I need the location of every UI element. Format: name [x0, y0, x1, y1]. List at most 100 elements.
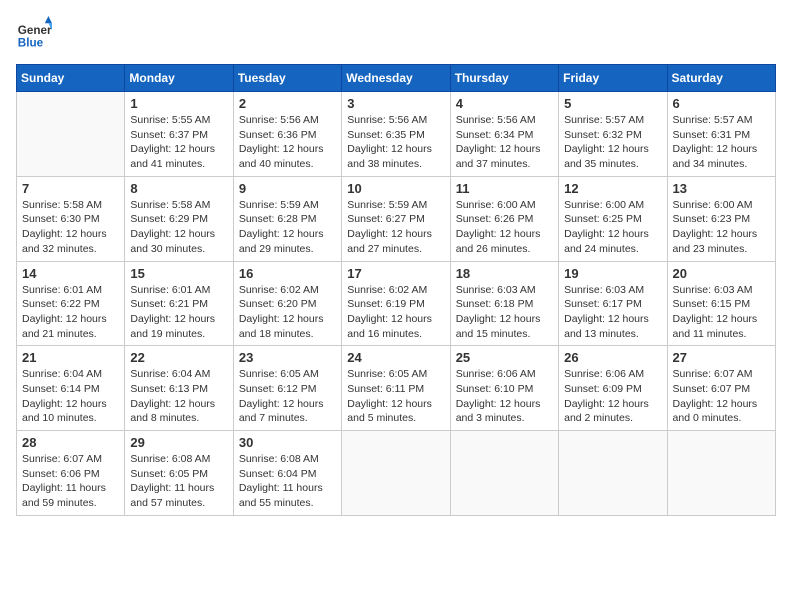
calendar-cell: 14 Sunrise: 6:01 AM Sunset: 6:22 PM Dayli…: [17, 261, 125, 346]
day-info: Sunrise: 6:06 AM Sunset: 6:09 PM Dayligh…: [564, 367, 661, 426]
calendar-cell: 11 Sunrise: 6:00 AM Sunset: 6:26 PM Dayli…: [450, 176, 558, 261]
day-number: 7: [22, 181, 119, 196]
calendar-cell: 3 Sunrise: 5:56 AM Sunset: 6:35 PM Daylig…: [342, 92, 450, 177]
day-number: 2: [239, 96, 336, 111]
logo-icon: General Blue: [16, 16, 52, 52]
day-info: Sunrise: 5:57 AM Sunset: 6:32 PM Dayligh…: [564, 113, 661, 172]
calendar-cell: 21 Sunrise: 6:04 AM Sunset: 6:14 PM Dayli…: [17, 346, 125, 431]
calendar-cell: 29 Sunrise: 6:08 AM Sunset: 6:05 PM Dayli…: [125, 431, 233, 516]
day-number: 13: [673, 181, 770, 196]
calendar-cell: 28 Sunrise: 6:07 AM Sunset: 6:06 PM Dayli…: [17, 431, 125, 516]
calendar-cell: 25 Sunrise: 6:06 AM Sunset: 6:10 PM Dayli…: [450, 346, 558, 431]
calendar-cell: 5 Sunrise: 5:57 AM Sunset: 6:32 PM Daylig…: [559, 92, 667, 177]
day-number: 30: [239, 435, 336, 450]
weekday-header-saturday: Saturday: [667, 65, 775, 92]
calendar-cell: 10 Sunrise: 5:59 AM Sunset: 6:27 PM Dayli…: [342, 176, 450, 261]
day-number: 28: [22, 435, 119, 450]
calendar-week-row: 14 Sunrise: 6:01 AM Sunset: 6:22 PM Dayli…: [17, 261, 776, 346]
day-info: Sunrise: 5:59 AM Sunset: 6:27 PM Dayligh…: [347, 198, 444, 257]
calendar-header-row: SundayMondayTuesdayWednesdayThursdayFrid…: [17, 65, 776, 92]
weekday-header-monday: Monday: [125, 65, 233, 92]
day-number: 17: [347, 266, 444, 281]
day-info: Sunrise: 6:05 AM Sunset: 6:12 PM Dayligh…: [239, 367, 336, 426]
day-number: 27: [673, 350, 770, 365]
day-number: 12: [564, 181, 661, 196]
day-info: Sunrise: 6:01 AM Sunset: 6:22 PM Dayligh…: [22, 283, 119, 342]
day-info: Sunrise: 6:04 AM Sunset: 6:13 PM Dayligh…: [130, 367, 227, 426]
day-info: Sunrise: 5:56 AM Sunset: 6:36 PM Dayligh…: [239, 113, 336, 172]
calendar-week-row: 28 Sunrise: 6:07 AM Sunset: 6:06 PM Dayli…: [17, 431, 776, 516]
calendar-cell: [342, 431, 450, 516]
svg-text:General: General: [18, 24, 52, 37]
day-number: 5: [564, 96, 661, 111]
day-number: 3: [347, 96, 444, 111]
day-info: Sunrise: 5:56 AM Sunset: 6:35 PM Dayligh…: [347, 113, 444, 172]
day-number: 18: [456, 266, 553, 281]
calendar-cell: 24Sunrise: 6:05 AM Sunset: 6:11 PM Dayli…: [342, 346, 450, 431]
day-info: Sunrise: 5:58 AM Sunset: 6:29 PM Dayligh…: [130, 198, 227, 257]
day-info: Sunrise: 6:00 AM Sunset: 6:25 PM Dayligh…: [564, 198, 661, 257]
day-number: 10: [347, 181, 444, 196]
calendar-week-row: 21 Sunrise: 6:04 AM Sunset: 6:14 PM Dayli…: [17, 346, 776, 431]
day-info: Sunrise: 6:07 AM Sunset: 6:06 PM Dayligh…: [22, 452, 119, 511]
calendar-cell: 23 Sunrise: 6:05 AM Sunset: 6:12 PM Dayli…: [233, 346, 341, 431]
calendar-cell: 18 Sunrise: 6:03 AM Sunset: 6:18 PM Dayli…: [450, 261, 558, 346]
day-info: Sunrise: 5:58 AM Sunset: 6:30 PM Dayligh…: [22, 198, 119, 257]
calendar-cell: 15Sunrise: 6:01 AM Sunset: 6:21 PM Dayli…: [125, 261, 233, 346]
calendar-table: SundayMondayTuesdayWednesdayThursdayFrid…: [16, 64, 776, 516]
calendar-cell: 2 Sunrise: 5:56 AM Sunset: 6:36 PM Daylig…: [233, 92, 341, 177]
calendar-cell: 22 Sunrise: 6:04 AM Sunset: 6:13 PM Dayli…: [125, 346, 233, 431]
calendar-week-row: 1 Sunrise: 5:55 AM Sunset: 6:37 PM Daylig…: [17, 92, 776, 177]
day-info: Sunrise: 5:56 AM Sunset: 6:34 PM Dayligh…: [456, 113, 553, 172]
day-info: Sunrise: 6:00 AM Sunset: 6:23 PM Dayligh…: [673, 198, 770, 257]
day-info: Sunrise: 6:00 AM Sunset: 6:26 PM Dayligh…: [456, 198, 553, 257]
weekday-header-sunday: Sunday: [17, 65, 125, 92]
calendar-cell: 4Sunrise: 5:56 AM Sunset: 6:34 PM Daylig…: [450, 92, 558, 177]
day-number: 20: [673, 266, 770, 281]
day-number: 19: [564, 266, 661, 281]
weekday-header-thursday: Thursday: [450, 65, 558, 92]
day-number: 21: [22, 350, 119, 365]
calendar-cell: 19 Sunrise: 6:03 AM Sunset: 6:17 PM Dayli…: [559, 261, 667, 346]
day-number: 25: [456, 350, 553, 365]
day-number: 14: [22, 266, 119, 281]
day-info: Sunrise: 6:08 AM Sunset: 6:04 PM Dayligh…: [239, 452, 336, 511]
day-info: Sunrise: 6:07 AM Sunset: 6:07 PM Dayligh…: [673, 367, 770, 426]
svg-text:Blue: Blue: [18, 37, 44, 50]
day-info: Sunrise: 6:03 AM Sunset: 6:15 PM Dayligh…: [673, 283, 770, 342]
calendar-cell: [17, 92, 125, 177]
day-number: 11: [456, 181, 553, 196]
day-info: Sunrise: 6:02 AM Sunset: 6:20 PM Dayligh…: [239, 283, 336, 342]
day-number: 9: [239, 181, 336, 196]
calendar-cell: 9 Sunrise: 5:59 AM Sunset: 6:28 PM Daylig…: [233, 176, 341, 261]
day-info: Sunrise: 5:55 AM Sunset: 6:37 PM Dayligh…: [130, 113, 227, 172]
day-info: Sunrise: 6:08 AM Sunset: 6:05 PM Dayligh…: [130, 452, 227, 511]
day-info: Sunrise: 5:57 AM Sunset: 6:31 PM Dayligh…: [673, 113, 770, 172]
day-info: Sunrise: 6:05 AM Sunset: 6:11 PM Dayligh…: [347, 367, 444, 426]
day-info: Sunrise: 6:01 AM Sunset: 6:21 PM Dayligh…: [130, 283, 227, 342]
logo: General Blue: [16, 16, 52, 52]
calendar-cell: 13 Sunrise: 6:00 AM Sunset: 6:23 PM Dayli…: [667, 176, 775, 261]
calendar-cell: 27 Sunrise: 6:07 AM Sunset: 6:07 PM Dayli…: [667, 346, 775, 431]
calendar-cell: 26Sunrise: 6:06 AM Sunset: 6:09 PM Dayli…: [559, 346, 667, 431]
day-info: Sunrise: 6:03 AM Sunset: 6:18 PM Dayligh…: [456, 283, 553, 342]
day-number: 1: [130, 96, 227, 111]
day-info: Sunrise: 6:03 AM Sunset: 6:17 PM Dayligh…: [564, 283, 661, 342]
calendar-cell: 7 Sunrise: 5:58 AM Sunset: 6:30 PM Daylig…: [17, 176, 125, 261]
day-info: Sunrise: 5:59 AM Sunset: 6:28 PM Dayligh…: [239, 198, 336, 257]
calendar-cell: 30 Sunrise: 6:08 AM Sunset: 6:04 PM Dayli…: [233, 431, 341, 516]
calendar-cell: 17Sunrise: 6:02 AM Sunset: 6:19 PM Dayli…: [342, 261, 450, 346]
weekday-header-tuesday: Tuesday: [233, 65, 341, 92]
weekday-header-friday: Friday: [559, 65, 667, 92]
day-number: 29: [130, 435, 227, 450]
calendar-cell: 20 Sunrise: 6:03 AM Sunset: 6:15 PM Dayli…: [667, 261, 775, 346]
day-number: 6: [673, 96, 770, 111]
page-header: General Blue: [16, 16, 776, 52]
day-number: 23: [239, 350, 336, 365]
calendar-cell: 8 Sunrise: 5:58 AM Sunset: 6:29 PM Daylig…: [125, 176, 233, 261]
day-info: Sunrise: 6:04 AM Sunset: 6:14 PM Dayligh…: [22, 367, 119, 426]
day-number: 8: [130, 181, 227, 196]
calendar-cell: [450, 431, 558, 516]
day-info: Sunrise: 6:06 AM Sunset: 6:10 PM Dayligh…: [456, 367, 553, 426]
day-number: 22: [130, 350, 227, 365]
